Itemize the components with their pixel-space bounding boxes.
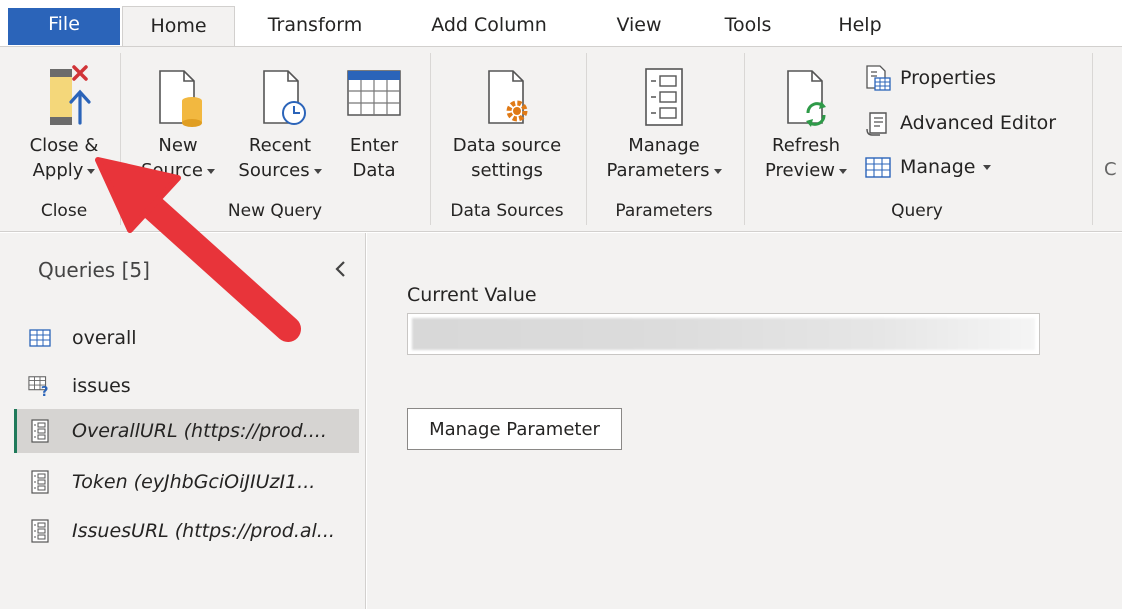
query-name: Token (eyJhbGciOiJIUzI1... (72, 471, 316, 493)
query-item-token[interactable]: Token (eyJhbGciOiJIUzI1... (14, 460, 359, 504)
data-source-settings-label-line1: Data source (452, 135, 562, 156)
redacted-value (412, 318, 1035, 350)
parameter-icon (28, 470, 52, 494)
new-source-button[interactable]: New Source (130, 59, 226, 183)
parameter-icon (28, 519, 52, 543)
close-apply-label-line2: Apply (32, 160, 84, 181)
advanced-editor-button[interactable]: Advanced Editor (864, 109, 1056, 137)
table-question-icon: ? (28, 374, 52, 398)
query-item-overallurl[interactable]: OverallURL (https://prod.... (14, 409, 359, 453)
recent-sources-label-line2: Sources (238, 160, 310, 181)
data-source-settings-label-line2: settings (471, 160, 543, 181)
data-source-settings-icon (488, 70, 528, 124)
properties-button[interactable]: Properties (864, 64, 996, 92)
parameter-editor: Current Value Manage Parameter (367, 233, 1122, 609)
group-label-parameters: Parameters (615, 201, 713, 221)
data-source-settings-button[interactable]: Data source settings (436, 59, 578, 183)
group-divider (430, 53, 431, 225)
manage-parameters-label-line2: Parameters (606, 160, 710, 181)
tab-help[interactable]: Help (815, 6, 905, 46)
current-value-input[interactable] (407, 313, 1040, 355)
group-divider (120, 53, 121, 225)
enter-data-label-line2: Data (352, 160, 396, 181)
query-item-overall[interactable]: overall (14, 316, 359, 360)
group-divider (586, 53, 587, 225)
group-label-data-sources: Data Sources (450, 201, 564, 221)
refresh-preview-label-line1: Refresh (772, 135, 840, 156)
recent-sources-button[interactable]: Recent Sources (228, 59, 332, 183)
manage-parameters-button[interactable]: Manage Parameters (594, 59, 734, 183)
parameter-icon (28, 419, 52, 443)
queries-pane-title: Queries [5] (38, 258, 150, 282)
manage-parameter-button[interactable]: Manage Parameter (407, 408, 622, 450)
refresh-preview-label-line2: Preview (764, 160, 836, 181)
advanced-editor-label: Advanced Editor (900, 112, 1057, 134)
manage-parameters-label-line1: Manage (628, 135, 700, 156)
advanced-editor-icon (866, 112, 887, 136)
query-name: OverallURL (https://prod.... (72, 420, 327, 442)
chevron-down-icon (206, 168, 215, 174)
query-item-issuesurl[interactable]: IssuesURL (https://prod.al... (14, 509, 359, 553)
tab-transform[interactable]: Transform (250, 6, 380, 46)
new-source-label-line1: New (158, 135, 198, 156)
manage-label: Manage (900, 156, 976, 178)
query-name: issues (72, 375, 131, 397)
recent-sources-label-line1: Recent (248, 135, 312, 156)
refresh-icon (787, 70, 826, 127)
chevron-down-icon (313, 168, 322, 174)
group-label-query: Query (891, 201, 943, 221)
group-label-new-query: New Query (227, 201, 323, 221)
ribbon-tab-bar: File Home Transform Add Column View Tool… (0, 0, 1122, 48)
table-icon (28, 328, 52, 348)
parameter-icon (645, 68, 683, 126)
close-apply-icon (50, 65, 91, 125)
current-value-label: Current Value (407, 284, 537, 306)
tab-home[interactable]: Home (122, 6, 235, 48)
query-name: IssuesURL (https://prod.al... (72, 520, 335, 542)
svg-text:?: ? (41, 385, 49, 398)
tab-add-column[interactable]: Add Column (408, 6, 570, 46)
tab-view[interactable]: View (595, 6, 683, 46)
group-divider (744, 53, 745, 225)
tab-tools[interactable]: Tools (705, 6, 791, 46)
new-source-icon (159, 70, 202, 127)
ribbon: Close & Apply Close New Source Recent So… (0, 46, 1122, 232)
refresh-preview-button[interactable]: Refresh Preview (752, 59, 860, 183)
query-item-issues[interactable]: ? issues (14, 364, 359, 408)
enter-data-label-line1: Enter (349, 135, 399, 156)
group-label-close: Close (40, 201, 88, 221)
properties-label: Properties (900, 67, 997, 89)
queries-pane: Queries [5] overall ? issues OverallURL … (0, 233, 366, 609)
table-icon (865, 157, 891, 178)
chevron-left-icon[interactable] (331, 257, 351, 281)
query-name: overall (72, 327, 137, 349)
close-apply-label-line1: Close & (29, 135, 99, 156)
ribbon-overflow-label: C (1104, 159, 1117, 180)
recent-sources-icon (263, 70, 306, 125)
properties-icon (866, 65, 891, 91)
chevron-down-icon (713, 168, 722, 174)
tab-file[interactable]: File (8, 8, 120, 45)
group-divider (1092, 53, 1093, 225)
enter-data-button[interactable]: Enter Data (336, 59, 412, 183)
new-source-label-line2: Source (141, 160, 203, 181)
table-grid-icon (347, 70, 401, 116)
manage-button[interactable]: Manage (864, 153, 992, 181)
close-apply-button[interactable]: Close & Apply (18, 59, 110, 183)
chevron-down-icon (839, 168, 848, 174)
chevron-down-icon (983, 164, 992, 170)
chevron-down-icon (87, 168, 96, 174)
